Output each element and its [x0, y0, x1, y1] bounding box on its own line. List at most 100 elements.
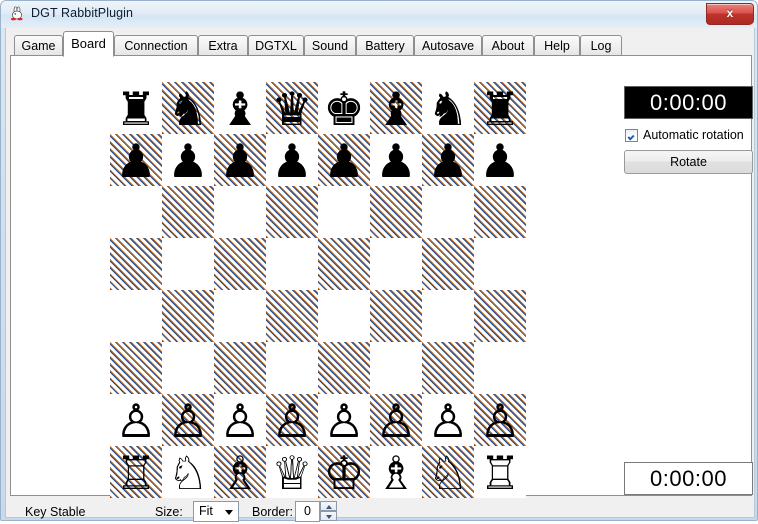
- square-a4[interactable]: [110, 290, 162, 342]
- square-g1[interactable]: ♘: [422, 446, 474, 500]
- tab-help[interactable]: Help: [534, 35, 580, 56]
- square-f2[interactable]: ♙: [370, 394, 422, 448]
- square-h4[interactable]: [474, 290, 526, 342]
- piece-P[interactable]: ♙: [422, 394, 474, 448]
- tab-extra[interactable]: Extra: [198, 35, 248, 56]
- square-e2[interactable]: ♙: [318, 394, 370, 448]
- square-g2[interactable]: ♙: [422, 394, 474, 448]
- border-input[interactable]: 0: [295, 501, 320, 522]
- square-e5[interactable]: [318, 238, 370, 290]
- piece-Q[interactable]: ♕: [266, 446, 318, 500]
- tab-board[interactable]: Board: [63, 31, 114, 57]
- piece-N[interactable]: ♘: [162, 446, 214, 500]
- square-c6[interactable]: [214, 186, 266, 238]
- square-e7[interactable]: ♟: [318, 134, 370, 188]
- automatic-rotation-checkbox[interactable]: Automatic rotation: [625, 127, 744, 143]
- piece-P[interactable]: ♙: [110, 394, 162, 448]
- square-g5[interactable]: [422, 238, 474, 290]
- size-select[interactable]: Fit: [193, 501, 239, 522]
- piece-q[interactable]: ♛: [266, 82, 318, 136]
- square-d2[interactable]: ♙: [266, 394, 318, 448]
- piece-r[interactable]: ♜: [474, 82, 526, 136]
- square-a7[interactable]: ♟: [110, 134, 162, 188]
- piece-p[interactable]: ♟: [474, 134, 526, 188]
- tab-sound[interactable]: Sound: [304, 35, 356, 56]
- square-e6[interactable]: [318, 186, 370, 238]
- square-h6[interactable]: [474, 186, 526, 238]
- square-h5[interactable]: [474, 238, 526, 290]
- square-e3[interactable]: [318, 342, 370, 394]
- square-a8[interactable]: ♜: [110, 82, 162, 136]
- square-a6[interactable]: [110, 186, 162, 238]
- piece-b[interactable]: ♝: [214, 82, 266, 136]
- square-d6[interactable]: [266, 186, 318, 238]
- square-g4[interactable]: [422, 290, 474, 342]
- piece-p[interactable]: ♟: [370, 134, 422, 188]
- piece-p[interactable]: ♟: [422, 134, 474, 188]
- square-c4[interactable]: [214, 290, 266, 342]
- piece-P[interactable]: ♙: [162, 394, 214, 448]
- piece-p[interactable]: ♟: [266, 134, 318, 188]
- piece-N[interactable]: ♘: [422, 446, 474, 500]
- square-d1[interactable]: ♕: [266, 446, 318, 500]
- square-b2[interactable]: ♙: [162, 394, 214, 448]
- square-b4[interactable]: [162, 290, 214, 342]
- square-e1[interactable]: ♔: [318, 446, 370, 500]
- square-f7[interactable]: ♟: [370, 134, 422, 188]
- square-f6[interactable]: [370, 186, 422, 238]
- piece-r[interactable]: ♜: [110, 82, 162, 136]
- square-f8[interactable]: ♝: [370, 82, 422, 136]
- piece-p[interactable]: ♟: [318, 134, 370, 188]
- piece-p[interactable]: ♟: [162, 134, 214, 188]
- tab-battery[interactable]: Battery: [356, 35, 414, 56]
- tab-log[interactable]: Log: [580, 35, 622, 56]
- square-g7[interactable]: ♟: [422, 134, 474, 188]
- piece-P[interactable]: ♙: [266, 394, 318, 448]
- square-b1[interactable]: ♘: [162, 446, 214, 500]
- close-button[interactable]: x: [706, 3, 754, 25]
- piece-n[interactable]: ♞: [422, 82, 474, 136]
- square-f3[interactable]: [370, 342, 422, 394]
- square-f4[interactable]: [370, 290, 422, 342]
- square-d3[interactable]: [266, 342, 318, 394]
- square-h8[interactable]: ♜: [474, 82, 526, 136]
- square-h7[interactable]: ♟: [474, 134, 526, 188]
- square-a3[interactable]: [110, 342, 162, 394]
- piece-b[interactable]: ♝: [370, 82, 422, 136]
- square-d5[interactable]: [266, 238, 318, 290]
- square-b6[interactable]: [162, 186, 214, 238]
- square-c1[interactable]: ♗: [214, 446, 266, 500]
- square-a2[interactable]: ♙: [110, 394, 162, 448]
- square-a1[interactable]: ♖: [110, 446, 162, 500]
- piece-B[interactable]: ♗: [370, 446, 422, 500]
- square-d8[interactable]: ♛: [266, 82, 318, 136]
- border-stepper[interactable]: [320, 501, 337, 522]
- square-h2[interactable]: ♙: [474, 394, 526, 448]
- piece-R[interactable]: ♖: [110, 446, 162, 500]
- piece-K[interactable]: ♔: [318, 446, 370, 500]
- tab-connection[interactable]: Connection: [114, 35, 198, 56]
- piece-P[interactable]: ♙: [318, 394, 370, 448]
- square-b8[interactable]: ♞: [162, 82, 214, 136]
- square-a5[interactable]: [110, 238, 162, 290]
- piece-P[interactable]: ♙: [474, 394, 526, 448]
- tab-autosave[interactable]: Autosave: [414, 35, 482, 56]
- piece-k[interactable]: ♚: [318, 82, 370, 136]
- square-c8[interactable]: ♝: [214, 82, 266, 136]
- square-e8[interactable]: ♚: [318, 82, 370, 136]
- square-f1[interactable]: ♗: [370, 446, 422, 500]
- tab-game[interactable]: Game: [14, 35, 63, 56]
- chevron-down-icon[interactable]: [225, 510, 233, 515]
- tab-dgtxl[interactable]: DGTXL: [248, 35, 304, 56]
- square-c7[interactable]: ♟: [214, 134, 266, 188]
- piece-p[interactable]: ♟: [214, 134, 266, 188]
- square-b7[interactable]: ♟: [162, 134, 214, 188]
- square-f5[interactable]: [370, 238, 422, 290]
- square-e4[interactable]: [318, 290, 370, 342]
- piece-P[interactable]: ♙: [214, 394, 266, 448]
- piece-n[interactable]: ♞: [162, 82, 214, 136]
- square-h3[interactable]: [474, 342, 526, 394]
- square-c3[interactable]: [214, 342, 266, 394]
- stepper-up-button[interactable]: [320, 501, 337, 511]
- square-c2[interactable]: ♙: [214, 394, 266, 448]
